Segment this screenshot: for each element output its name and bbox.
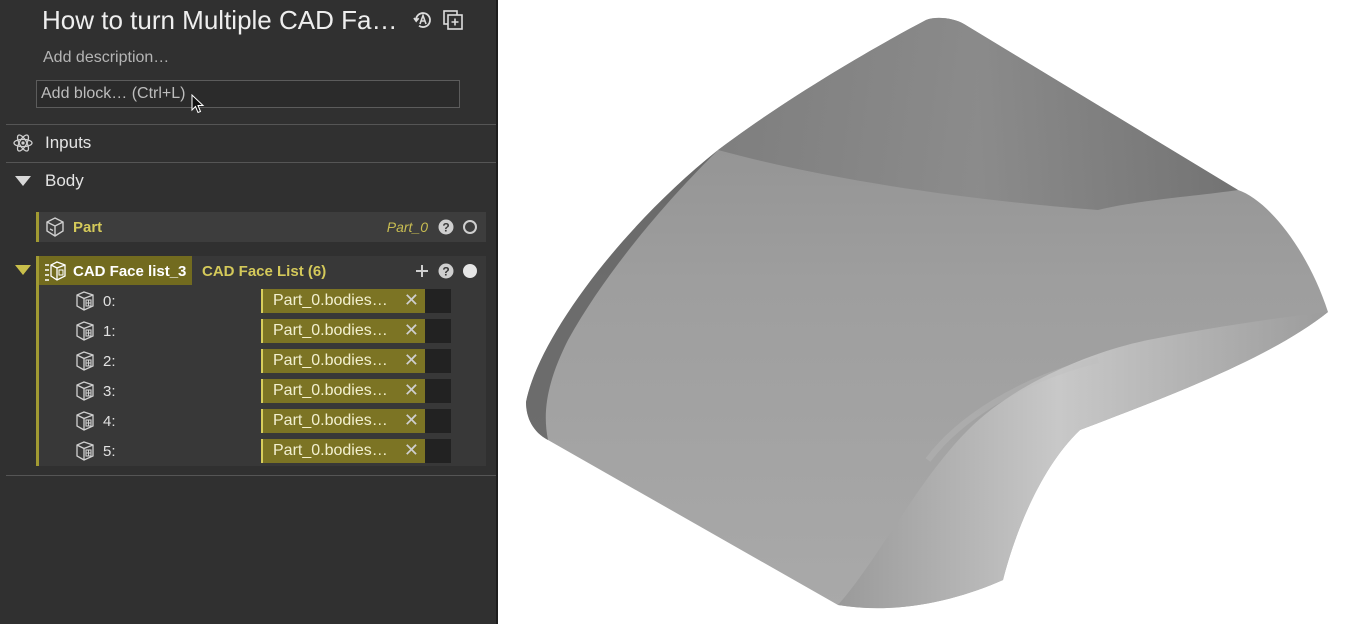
face-cube-icon	[76, 291, 94, 311]
list-item: 1: Part_0.bodies… ✕	[39, 316, 486, 346]
page-title[interactable]: How to turn Multiple CAD Fa…	[42, 5, 404, 36]
row-index: 5:	[103, 443, 116, 460]
row-index: 1:	[103, 323, 116, 340]
inputs-label: Inputs	[45, 133, 92, 152]
face-cube-icon	[76, 381, 94, 401]
cad-block-header[interactable]: CAD Face list_3 CAD Face List (6) ?	[39, 256, 486, 285]
face-reference-field[interactable]: Part_0.bodies… ✕	[261, 439, 451, 463]
side-panel: How to turn Multiple CAD Fa… Add descrip…	[0, 0, 496, 624]
divider	[6, 475, 496, 476]
face-reference-field[interactable]: Part_0.bodies… ✕	[261, 349, 451, 373]
face-reference-chip[interactable]: Part_0.bodies… ✕	[261, 289, 425, 313]
close-icon[interactable]: ✕	[404, 380, 419, 401]
duplicate-icon[interactable]	[442, 9, 464, 31]
cad-block-name-tab[interactable]: CAD Face list_3	[39, 256, 192, 285]
part-block[interactable]: Part Part_0 ?	[36, 212, 486, 242]
face-reference-chip[interactable]: Part_0.bodies… ✕	[261, 439, 425, 463]
face-reference-field[interactable]: Part_0.bodies… ✕	[261, 379, 451, 403]
face-reference-field[interactable]: Part_0.bodies… ✕	[261, 319, 451, 343]
cad-face-list-block: CAD Face list_3 CAD Face List (6) ? 0: P…	[36, 256, 486, 466]
radio-icon[interactable]	[463, 220, 477, 234]
face-reference-field[interactable]: Part_0.bodies… ✕	[261, 409, 451, 433]
face-reference-chip[interactable]: Part_0.bodies… ✕	[261, 319, 425, 343]
face-reference-chip[interactable]: Part_0.bodies… ✕	[261, 349, 425, 373]
cad-surface-model[interactable]	[498, 0, 1348, 624]
cad-block-name: CAD Face list_3	[73, 263, 187, 280]
svg-text:?: ?	[442, 264, 449, 278]
face-reference-field[interactable]: Part_0.bodies… ✕	[261, 289, 451, 313]
reload-a-icon[interactable]	[412, 9, 434, 31]
triangle-down-icon[interactable]	[15, 264, 31, 276]
face-list-icon	[45, 261, 66, 281]
list-item: 4: Part_0.bodies… ✕	[39, 406, 486, 436]
face-reference-value: Part_0.bodies…	[273, 352, 388, 369]
description-field[interactable]: Add description…	[43, 49, 169, 67]
face-reference-value: Part_0.bodies…	[273, 442, 388, 459]
face-reference-chip[interactable]: Part_0.bodies… ✕	[261, 409, 425, 433]
close-icon[interactable]: ✕	[404, 410, 419, 431]
title-row: How to turn Multiple CAD Fa…	[42, 2, 464, 38]
list-item: 2: Part_0.bodies… ✕	[39, 346, 486, 376]
row-index: 0:	[103, 293, 116, 310]
face-cube-icon	[76, 411, 94, 431]
row-index: 3:	[103, 383, 116, 400]
close-icon[interactable]: ✕	[404, 290, 419, 311]
svg-text:?: ?	[442, 220, 449, 234]
face-reference-value: Part_0.bodies…	[273, 322, 388, 339]
divider	[6, 162, 496, 163]
close-icon[interactable]: ✕	[404, 440, 419, 461]
triangle-down-icon[interactable]	[12, 170, 34, 192]
row-index: 2:	[103, 353, 116, 370]
face-reference-value: Part_0.bodies…	[273, 292, 388, 309]
cad-block-type: CAD Face List (6)	[202, 263, 327, 280]
plus-icon[interactable]	[414, 263, 430, 279]
help-icon[interactable]: ?	[438, 263, 454, 279]
face-reference-value: Part_0.bodies…	[273, 412, 388, 429]
list-item: 3: Part_0.bodies… ✕	[39, 376, 486, 406]
list-item: 5: Part_0.bodies… ✕	[39, 436, 486, 466]
part-block-value[interactable]: Part_0	[387, 219, 428, 235]
face-cube-icon	[76, 351, 94, 371]
3d-viewport[interactable]	[498, 0, 1348, 624]
row-index: 4:	[103, 413, 116, 430]
part-cube-icon	[46, 217, 64, 237]
pointer-cursor-icon	[191, 94, 205, 114]
face-reference-value: Part_0.bodies…	[273, 382, 388, 399]
close-icon[interactable]: ✕	[404, 350, 419, 371]
close-icon[interactable]: ✕	[404, 320, 419, 341]
part-block-label: Part	[73, 219, 103, 236]
face-cube-icon	[76, 441, 94, 461]
body-label: Body	[45, 171, 84, 190]
divider	[6, 124, 496, 125]
body-section[interactable]: Body	[12, 169, 84, 193]
inputs-section[interactable]: Inputs	[12, 131, 91, 155]
add-block-input[interactable]	[36, 80, 460, 108]
list-item: 0: Part_0.bodies… ✕	[39, 286, 486, 316]
face-reference-chip[interactable]: Part_0.bodies… ✕	[261, 379, 425, 403]
face-cube-icon	[76, 321, 94, 341]
help-icon[interactable]: ?	[438, 219, 454, 235]
radio-icon[interactable]	[463, 264, 477, 278]
atom-inputs-icon	[12, 132, 34, 154]
